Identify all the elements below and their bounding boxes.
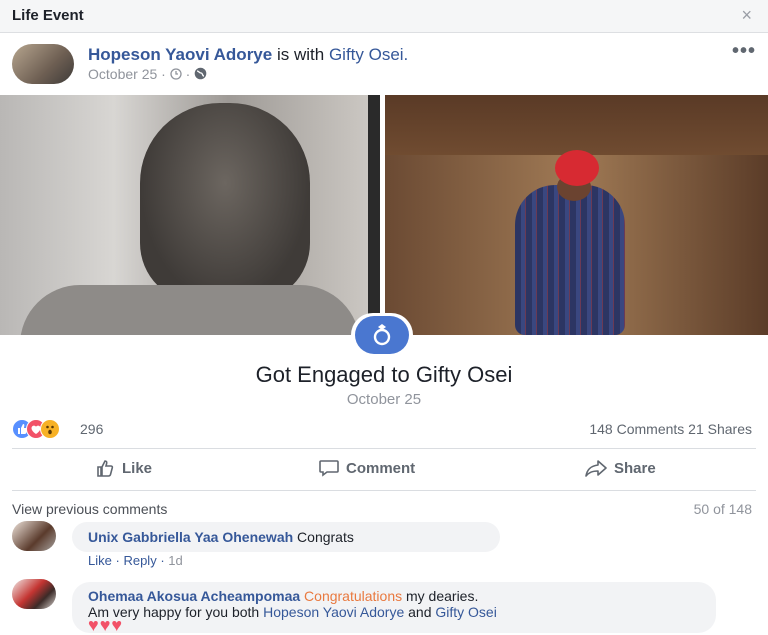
post-meta: October 25 · · — [88, 66, 207, 83]
comment-bubble: Ohemaa Akosua Acheampomaa Congratulation… — [72, 582, 716, 633]
life-event-date: October 25 — [346, 391, 422, 408]
photo-shirt — [20, 285, 360, 335]
commenter-avatar[interactable] — [12, 579, 56, 609]
comment-actions: Like · Reply · 1d — [88, 553, 183, 568]
comments-pager: 50 of 148 — [693, 501, 752, 517]
post-date[interactable]: October 25 — [88, 66, 157, 82]
life-event-title: Got Engaged to Gifty Osei — [255, 362, 513, 387]
like-button[interactable]: Like — [96, 459, 152, 477]
comment-timestamp[interactable]: 1d — [168, 553, 182, 568]
clock-icon — [170, 67, 182, 83]
like-label: Like — [122, 460, 153, 477]
photo-subject-woman — [515, 185, 625, 335]
shares-count[interactable]: 21 Shares — [688, 421, 752, 437]
author-name[interactable]: Hopeson Yaovi Adorye — [88, 45, 272, 64]
globe-icon[interactable] — [194, 67, 207, 83]
heart-emoji-icons: ♥♥♥ — [88, 615, 124, 635]
comment-button[interactable]: Comment — [318, 459, 415, 477]
dialog-header: Life Event × — [0, 0, 768, 33]
post-photo-left[interactable] — [0, 95, 380, 335]
tagged-person[interactable]: Gifty Osei. — [329, 45, 408, 64]
thumbs-up-icon — [97, 460, 114, 477]
mention-link[interactable]: Gifty Osei — [435, 604, 496, 620]
reactions-count[interactable]: 296 — [80, 421, 103, 437]
share-icon — [585, 460, 607, 477]
author-avatar[interactable] — [12, 44, 74, 84]
comment-action-separator: · — [115, 553, 120, 568]
comment-label: Comment — [346, 460, 416, 477]
post-photo-right[interactable] — [385, 95, 768, 335]
engagement-counts: 148 Comments 21 Shares — [589, 421, 752, 437]
meta-separator: · — [161, 66, 166, 82]
comment-text: my dearies. — [406, 588, 479, 604]
divider — [12, 490, 756, 491]
more-options-icon[interactable]: ••• — [732, 40, 756, 63]
comment-reply-link[interactable]: Reply — [123, 553, 156, 568]
comment-highlight[interactable]: Congratulations — [304, 588, 402, 604]
wow-reaction-icon — [40, 419, 60, 439]
commenter-avatar[interactable] — [12, 521, 56, 551]
comment-text: Congrats — [297, 529, 354, 545]
photo-headpiece — [555, 150, 599, 186]
share-label: Share — [614, 460, 656, 477]
post-author-line: Hopeson Yaovi Adorye is with Gifty Osei. — [88, 45, 408, 65]
comment-text: and — [408, 604, 432, 620]
view-previous-comments-link[interactable]: View previous comments — [12, 501, 167, 517]
dialog-title: Life Event — [12, 7, 84, 24]
comment-bubble: Unix Gabbriella Yaa Ohenewah Congrats — [72, 522, 500, 552]
photo-subject-man — [140, 103, 310, 303]
close-icon[interactable]: × — [741, 5, 752, 26]
commenter-name[interactable]: Ohemaa Akosua Acheampomaa — [88, 588, 300, 604]
comment-action-separator: · — [160, 553, 165, 568]
comment-icon — [319, 460, 339, 477]
share-button[interactable]: Share — [584, 459, 656, 477]
ring-icon — [355, 316, 409, 354]
life-event-badge — [351, 313, 413, 357]
comment-like-link[interactable]: Like — [88, 553, 112, 568]
commenter-name[interactable]: Unix Gabbriella Yaa Ohenewah — [88, 529, 293, 545]
meta-separator: · — [185, 66, 191, 82]
mention-link[interactable]: Hopeson Yaovi Adorye — [263, 604, 404, 620]
with-text: is with — [276, 45, 325, 64]
photo-frame-edge — [368, 95, 380, 335]
comments-count[interactable]: 148 Comments — [589, 421, 684, 437]
divider — [12, 448, 756, 449]
